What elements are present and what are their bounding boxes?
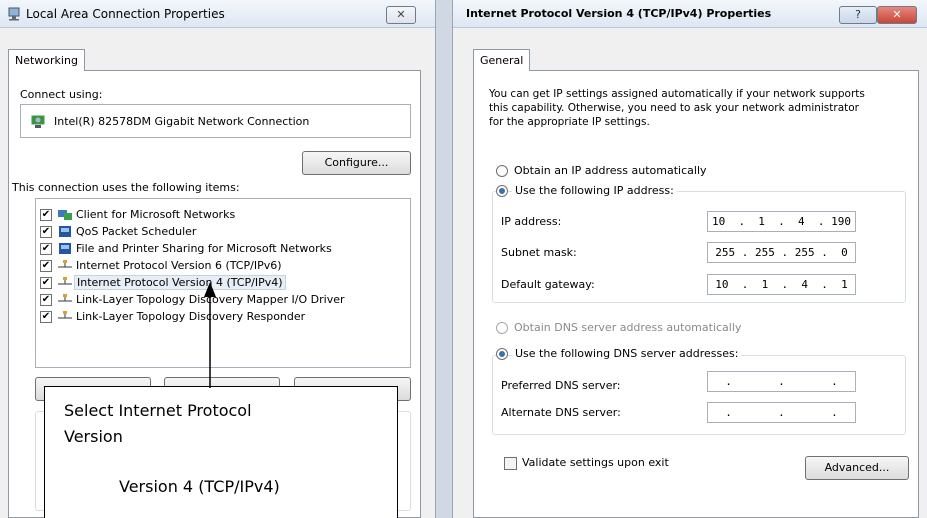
checkmark-icon: ✔: [41, 311, 51, 322]
checkmark-icon: ✔: [41, 243, 51, 254]
alternate-dns-field[interactable]: . . .: [707, 402, 856, 423]
item-label: Internet Protocol Version 4 (TCP/IPv4): [74, 275, 286, 290]
help-icon: ?: [855, 8, 861, 21]
obtain-dns-auto-label[interactable]: Obtain DNS server address automatically: [514, 321, 741, 334]
help-button[interactable]: ?: [839, 6, 877, 24]
title-bar: Internet Protocol Version 4 (TCP/IPv4) P…: [453, 0, 927, 28]
protocol-icon: [58, 260, 72, 268]
network-service-icon: [59, 243, 71, 254]
list-item[interactable]: ✔ Link-Layer Topology Discovery Mapper I…: [40, 292, 400, 308]
item-checkbox[interactable]: ✔: [40, 260, 52, 272]
close-icon: ✕: [396, 8, 406, 21]
item-checkbox[interactable]: ✔: [40, 243, 52, 255]
obtain-dns-auto-radio[interactable]: [496, 322, 508, 334]
configure-button-label: Configure...: [324, 156, 389, 169]
use-following-ip-label[interactable]: Use the following IP address:: [512, 184, 677, 197]
configure-button[interactable]: Configure...: [302, 151, 411, 175]
window-title: Local Area Connection Properties: [26, 7, 225, 21]
checkmark-icon: ✔: [41, 294, 51, 305]
list-item[interactable]: ✔ Link-Layer Topology Discovery Responde…: [40, 309, 400, 325]
obtain-ip-auto-radio[interactable]: [496, 165, 508, 177]
adapter-name: Intel(R) 82578DM Gigabit Network Connect…: [54, 115, 310, 128]
alternate-dns-label: Alternate DNS server:: [501, 406, 621, 419]
network-service-icon: [59, 226, 71, 237]
advanced-button-label: Advanced...: [824, 461, 890, 474]
close-icon: ✕: [892, 8, 902, 21]
item-checkbox[interactable]: ✔: [40, 277, 52, 289]
ip-address-field[interactable]: 10 . 1 . 4 . 190: [707, 211, 856, 232]
item-label: QoS Packet Scheduler: [76, 225, 197, 238]
item-label: Internet Protocol Version 6 (TCP/IPv6): [76, 259, 282, 272]
item-label: File and Printer Sharing for Microsoft N…: [76, 242, 332, 255]
adapter-field: Intel(R) 82578DM Gigabit Network Connect…: [20, 104, 411, 138]
items-label: This connection uses the following items…: [12, 181, 240, 194]
subnet-mask-label: Subnet mask:: [501, 246, 577, 259]
use-following-dns-radio[interactable]: [496, 348, 508, 360]
description-line-2: this capability. Otherwise, you need to …: [489, 102, 860, 114]
protocol-icon: [58, 311, 72, 319]
preferred-dns-field[interactable]: . . .: [707, 371, 856, 392]
list-item[interactable]: ✔ Internet Protocol Version 6 (TCP/IPv6): [40, 258, 400, 274]
callout-line-3: Version 4 (TCP/IPv4): [119, 477, 280, 496]
protocol-icon: [58, 294, 72, 302]
instruction-callout: Select Internet Protocol Version Version…: [44, 386, 398, 518]
list-item[interactable]: ✔ QoS Packet Scheduler: [40, 224, 400, 240]
tab-general-label: General: [480, 54, 524, 67]
item-checkbox[interactable]: ✔: [40, 226, 52, 238]
dns-group: [492, 355, 906, 435]
default-gateway-label: Default gateway:: [501, 278, 595, 291]
close-button[interactable]: ✕: [386, 6, 416, 24]
connect-using-label: Connect using:: [20, 88, 103, 101]
subnet-mask-field[interactable]: 255 . 255 . 255 . 0: [707, 242, 856, 263]
tab-networking[interactable]: Networking: [8, 49, 85, 71]
item-checkbox[interactable]: ✔: [40, 294, 52, 306]
validate-checkbox[interactable]: [504, 457, 517, 470]
use-following-dns-label[interactable]: Use the following DNS server addresses:: [512, 347, 742, 360]
item-label: Link-Layer Topology Discovery Responder: [76, 310, 306, 323]
tab-general[interactable]: General: [473, 49, 531, 71]
item-label: Client for Microsoft Networks: [76, 208, 236, 221]
advanced-button[interactable]: Advanced...: [805, 456, 909, 480]
description-line-1: You can get IP settings assigned automat…: [489, 88, 865, 100]
callout-line-2: Version: [64, 427, 123, 446]
item-checkbox[interactable]: ✔: [40, 311, 52, 323]
callout-line-1: Select Internet Protocol: [64, 401, 252, 420]
close-button[interactable]: ✕: [877, 6, 917, 24]
title-bar: Local Area Connection Properties ✕: [0, 0, 435, 28]
item-checkbox[interactable]: ✔: [40, 209, 52, 221]
list-item[interactable]: ✔ File and Printer Sharing for Microsoft…: [40, 241, 400, 257]
checkmark-icon: ✔: [41, 260, 51, 271]
preferred-dns-label: Preferred DNS server:: [501, 379, 621, 392]
checkmark-icon: ✔: [41, 209, 51, 220]
network-client-icon: [58, 210, 72, 220]
validate-label[interactable]: Validate settings upon exit: [522, 456, 669, 469]
use-following-ip-radio[interactable]: [496, 185, 508, 197]
list-item-selected[interactable]: ✔ Internet Protocol Version 4 (TCP/IPv4): [40, 275, 400, 291]
callout-arrow: [204, 282, 216, 388]
ipv4-properties-window: Internet Protocol Version 4 (TCP/IPv4) P…: [452, 0, 927, 518]
ip-address-label: IP address:: [501, 215, 562, 228]
protocol-icon: [58, 277, 72, 285]
list-item[interactable]: ✔ Client for Microsoft Networks: [40, 207, 400, 223]
network-adapter-icon: [31, 115, 45, 128]
obtain-ip-auto-label[interactable]: Obtain an IP address automatically: [514, 164, 707, 177]
general-panel: You can get IP settings assigned automat…: [473, 70, 919, 518]
default-gateway-field[interactable]: 10 . 1 . 4 . 1: [707, 274, 856, 295]
window-title: Internet Protocol Version 4 (TCP/IPv4) P…: [466, 7, 772, 20]
window-gap: [436, 0, 452, 518]
tab-networking-label: Networking: [15, 54, 78, 67]
description-line-3: for the appropriate IP settings.: [489, 116, 650, 128]
network-adapter-icon: [8, 7, 20, 21]
checkmark-icon: ✔: [41, 277, 51, 288]
checkmark-icon: ✔: [41, 226, 51, 237]
